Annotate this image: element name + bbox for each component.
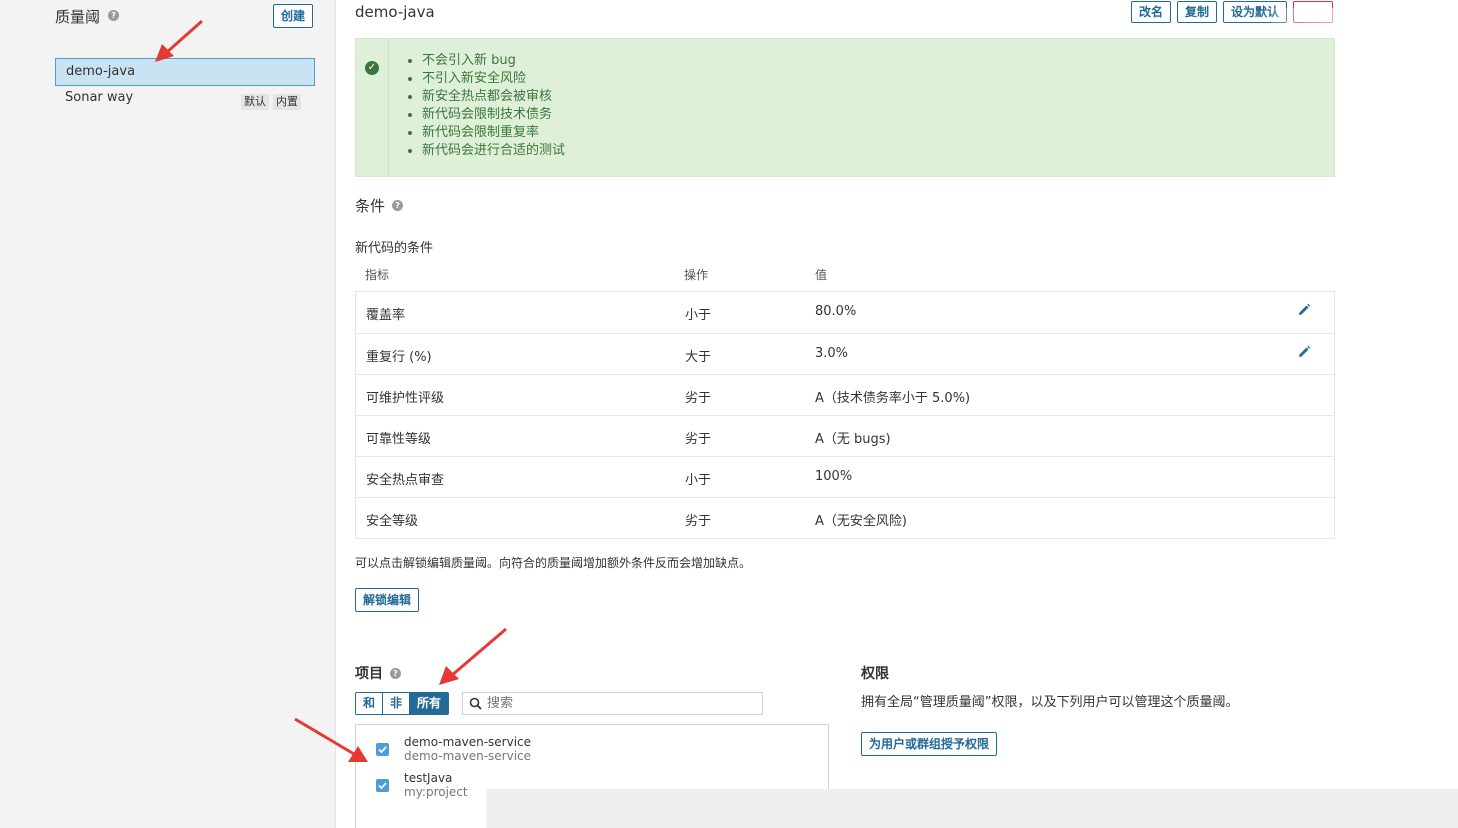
create-button[interactable]: 创建 <box>273 4 314 28</box>
sidebar-item-label: Sonar way <box>65 90 134 105</box>
project-key: my:project <box>404 785 468 799</box>
success-item: 新安全热点都会被审核 <box>422 88 565 106</box>
conditions-title-text: 条件 <box>355 197 386 215</box>
success-item: 新代码会限制技术债务 <box>422 106 565 124</box>
annotation-arrow-icon <box>155 19 203 62</box>
grant-permissions-button[interactable]: 为用户或群组授予权限 <box>861 732 998 756</box>
column-header-operator: 操作 <box>684 268 709 282</box>
table-row: 安全热点审查 小于 100% <box>356 456 1334 497</box>
new-code-conditions-label: 新代码的条件 <box>355 241 434 256</box>
success-item: 不引入新安全风险 <box>422 70 565 88</box>
project-key: demo-maven-service <box>404 749 532 763</box>
check-circle-icon: ✓ <box>365 61 379 75</box>
column-header-metric: 指标 <box>365 268 390 282</box>
condition-metric: 可靠性等级 <box>366 432 432 447</box>
pencil-icon[interactable] <box>1297 303 1311 317</box>
conditions-table: 覆盖率 小于 80.0% 重复行 (%) 大于 3.0% 可维护性评级 劣于 A… <box>355 291 1335 539</box>
conditions-title: 条件? <box>355 195 404 216</box>
condition-metric: 安全热点审查 <box>366 473 445 488</box>
condition-metric: 安全等级 <box>366 514 419 529</box>
project-name: demo-maven-service <box>404 735 532 749</box>
project-name: testJava <box>404 771 453 785</box>
table-row: 安全等级 劣于 A（无安全风险) <box>356 497 1334 538</box>
builtin-badge: 内置 <box>273 94 301 110</box>
condition-operator: 小于 <box>685 473 712 488</box>
copy-button[interactable]: 复制 <box>1177 1 1218 23</box>
search-icon <box>469 697 482 710</box>
annotation-arrow-icon <box>294 717 368 762</box>
pencil-icon[interactable] <box>1297 345 1311 359</box>
column-header-value: 值 <box>815 268 828 282</box>
condition-operator: 劣于 <box>685 391 712 406</box>
condition-value: A（无安全风险) <box>815 514 907 529</box>
condition-value: 100% <box>815 469 853 484</box>
success-list: 不会引入新 bug 不引入新安全风险 新安全热点都会被审核 新代码会限制技术债务… <box>422 52 565 160</box>
condition-operator: 劣于 <box>685 514 712 529</box>
project-checkbox[interactable] <box>376 779 389 792</box>
table-row: 可靠性等级 劣于 A（无 bugs) <box>356 415 1334 456</box>
help-icon[interactable]: ? <box>390 667 401 679</box>
project-filter-toggle: 和 非 所有 <box>355 692 450 715</box>
condition-operator: 大于 <box>685 350 712 365</box>
condition-value: A（技术债务率小于 5.0%) <box>815 391 971 406</box>
project-checkbox[interactable] <box>376 743 389 756</box>
condition-operator: 小于 <box>685 308 712 323</box>
filter-unselected[interactable]: 非 <box>383 693 411 714</box>
sidebar-item-sonar-way[interactable]: Sonar way 默认 内置 <box>55 86 315 112</box>
rename-button[interactable]: 改名 <box>1131 1 1172 23</box>
quality-gates-sidebar: 质量阈? 创建 demo-java Sonar way 默认 内置 <box>0 0 336 828</box>
filter-all[interactable]: 所有 <box>410 693 449 714</box>
success-icon-column: ✓ <box>356 39 389 176</box>
condition-metric: 重复行 (%) <box>366 350 432 365</box>
sidebar-title-text: 质量阈 <box>55 8 101 26</box>
filter-selected[interactable]: 和 <box>356 693 384 714</box>
sidebar-title: 质量阈? <box>55 6 120 27</box>
success-item: 不会引入新 bug <box>422 52 565 70</box>
success-item: 新代码会限制重复率 <box>422 124 565 142</box>
table-row: 重复行 (%) 大于 3.0% <box>356 333 1334 374</box>
search-input[interactable] <box>487 695 757 712</box>
help-icon[interactable]: ? <box>108 10 120 21</box>
unlock-note: 可以点击解锁编辑质量阈。向符合的质量阈增加额外条件反而会增加缺点。 <box>355 556 752 570</box>
permissions-description: 拥有全局“管理质量阈”权限，以及下列用户可以管理这个质量阈。 <box>861 695 1239 710</box>
annotation-arrow-icon <box>439 627 507 685</box>
success-message: ✓ 不会引入新 bug 不引入新安全风险 新安全热点都会被审核 新代码会限制技术… <box>355 38 1335 177</box>
unlock-edit-button[interactable]: 解锁编辑 <box>355 588 420 612</box>
projects-title-text: 项目 <box>355 666 383 682</box>
page-title: demo-java <box>355 3 435 21</box>
condition-metric: 可维护性评级 <box>366 391 445 406</box>
success-item: 新代码会进行合适的测试 <box>422 142 565 160</box>
condition-value: A（无 bugs) <box>815 432 891 447</box>
checkmark-icon <box>378 746 387 754</box>
permissions-title: 权限 <box>861 666 889 682</box>
project-search <box>462 692 763 715</box>
condition-operator: 劣于 <box>685 432 712 447</box>
table-row: 可维护性评级 劣于 A（技术债务率小于 5.0%) <box>356 374 1334 415</box>
condition-value: 3.0% <box>815 346 849 361</box>
help-icon[interactable]: ? <box>392 200 404 211</box>
checkmark-icon <box>378 782 387 790</box>
condition-metric: 覆盖率 <box>366 308 406 323</box>
table-row: 覆盖率 小于 80.0% <box>356 292 1334 333</box>
projects-title: 项目? <box>355 663 401 683</box>
list-item: demo-maven-service demo-maven-service <box>356 733 826 767</box>
gray-overlay <box>486 789 1458 828</box>
watermark <box>1271 8 1391 40</box>
main-content: demo-java 改名 复制 设为默认 ✓ 不会引入新 bug 不引入新安全风… <box>336 0 1458 828</box>
default-badge: 默认 <box>241 94 269 110</box>
sidebar-item-label: demo-java <box>66 64 136 79</box>
condition-value: 80.0% <box>815 304 857 319</box>
